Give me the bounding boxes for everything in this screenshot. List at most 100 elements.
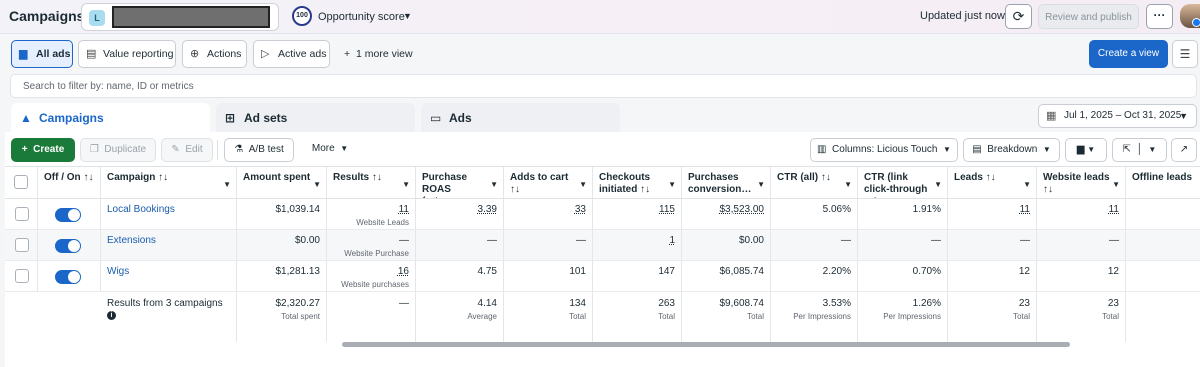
header-campaign[interactable]: Campaign ↑↓ ▼: [101, 167, 237, 199]
row-checkbox[interactable]: [15, 269, 29, 283]
opportunity-score-ring[interactable]: 100: [292, 6, 312, 26]
website-leads-cell: 11: [1108, 204, 1119, 215]
ctr-link-cell: —: [858, 230, 948, 260]
header-checkouts-initiated[interactable]: Checkouts initiated ↑↓ ▼: [593, 167, 682, 199]
total-amount-spent: $2,320.27: [275, 298, 321, 309]
breakdown-button[interactable]: ▤ Breakdown ▼: [963, 138, 1060, 162]
campaign-name-link[interactable]: Extensions: [107, 235, 156, 246]
edit-button[interactable]: ✎ Edit: [161, 138, 213, 162]
plus-icon: +: [21, 144, 28, 155]
totals-row: Results from 3 campaigns i $2,320.27 Tota…: [5, 292, 1200, 342]
chevron-down-icon: ▼: [340, 144, 349, 153]
row-checkbox[interactable]: [15, 238, 29, 252]
columns-button[interactable]: ▥ Columns: Licious Touch ▼: [810, 138, 958, 162]
roas-cell: 3.39: [477, 204, 497, 215]
view-active-ads[interactable]: ▷ Active ads: [253, 40, 330, 68]
chevron-down-icon: ▼: [943, 145, 951, 154]
header-purchase-roas[interactable]: Purchase ROAS (retur…▼: [416, 167, 504, 199]
total-checkouts-label: Total: [658, 312, 675, 321]
amount-spent-cell: $1,281.13: [237, 261, 327, 291]
search-bar[interactable]: [10, 74, 1197, 98]
table-row[interactable]: Extensions $0.00 — Website Purchase — — 1…: [5, 230, 1200, 261]
website-leads-cell: 12: [1037, 261, 1126, 291]
table-row[interactable]: Local Bookings $1,039.14 11 Website Leads…: [5, 199, 1200, 230]
folder-icon: ▆: [19, 48, 28, 60]
report-icon: ▤: [86, 48, 97, 60]
roas-cell: —: [416, 230, 504, 260]
campaign-name-link[interactable]: Wigs: [107, 266, 129, 277]
create-view-button[interactable]: Create a view: [1089, 40, 1168, 68]
review-publish-button[interactable]: Review and publish: [1038, 4, 1139, 29]
actions-icon: ⊕: [190, 48, 200, 60]
leads-cell: 12: [948, 261, 1037, 291]
facebook-badge-icon: [1192, 18, 1200, 27]
view-actions[interactable]: ⊕ Actions: [182, 40, 247, 68]
flask-icon: ⚗: [234, 144, 244, 155]
campaign-toggle[interactable]: [55, 208, 81, 222]
select-all-header: [5, 167, 38, 199]
adds-to-cart-cell: 33: [574, 204, 586, 215]
results-value: 16: [397, 266, 409, 277]
chevron-down-icon: ▼: [757, 180, 765, 189]
opportunity-score-label[interactable]: Opportunity score: [318, 11, 405, 23]
campaign-toggle[interactable]: [55, 239, 81, 253]
duplicate-icon: ❐: [89, 144, 99, 155]
send-icon: ▷: [261, 48, 270, 60]
chevron-down-icon: ▼: [579, 180, 587, 189]
more-button[interactable]: More ▼: [302, 138, 358, 162]
charts-button[interactable]: ↗: [1171, 138, 1197, 162]
export-button[interactable]: ⇱ │ ▼: [1112, 138, 1167, 162]
total-checkouts: 263: [658, 298, 675, 309]
ctr-all-cell: 2.20%: [771, 261, 858, 291]
ab-test-button[interactable]: ⚗ A/B test: [224, 138, 294, 162]
horizontal-scrollbar[interactable]: [342, 342, 1070, 347]
table-row[interactable]: Wigs $1,281.13 16 Website purchases 4.75 …: [5, 261, 1200, 292]
account-name-redacted: [112, 6, 270, 28]
select-all-checkbox[interactable]: [14, 175, 28, 189]
view-value-reporting[interactable]: ▤ Value reporting: [78, 40, 176, 68]
header-adds-to-cart[interactable]: Adds to cart ↑↓ ▼: [504, 167, 593, 199]
header-off-on[interactable]: Off / On ↑↓: [38, 167, 101, 199]
campaign-name-link[interactable]: Local Bookings: [107, 204, 175, 215]
header-offline-leads[interactable]: Offline leads: [1126, 167, 1200, 199]
more-options-button[interactable]: ···: [1146, 4, 1173, 29]
results-type: Website Purchase: [344, 249, 409, 258]
date-range-picker[interactable]: ▦ Jul 1, 2025 – Oct 31, 2025 ▼: [1038, 104, 1197, 128]
account-selector[interactable]: L: [81, 3, 279, 31]
campaign-toggle[interactable]: [55, 270, 81, 284]
chart-icon: ↗: [1179, 144, 1189, 155]
info-icon[interactable]: i: [107, 311, 116, 320]
total-purchases-value: $9,608.74: [719, 298, 765, 309]
chevron-down-icon: ▼: [844, 180, 852, 189]
page-title: Campaigns: [9, 8, 85, 24]
reports-button[interactable]: ▆ ▼: [1065, 138, 1107, 162]
row-checkbox[interactable]: [15, 207, 29, 221]
create-button[interactable]: + Create: [11, 138, 75, 162]
total-ctr-all: 3.53%: [822, 298, 851, 309]
header-leads[interactable]: Leads ↑↓ ▼: [948, 167, 1037, 199]
header-website-leads[interactable]: Website leads ↑↓ ▼: [1037, 167, 1126, 199]
breakdown-icon: ▤: [972, 144, 982, 155]
chevron-down-icon: ▼: [668, 180, 676, 189]
more-views-button[interactable]: + 1 more view: [344, 48, 413, 60]
chevron-down-icon[interactable]: ▼: [403, 11, 412, 21]
total-leads: 23: [1018, 298, 1030, 309]
view-all-ads[interactable]: ▆ All ads: [11, 40, 73, 68]
tab-ads[interactable]: ▭ Ads: [421, 103, 620, 133]
offline-leads-cell: [1126, 199, 1200, 229]
chevron-down-icon: ▼: [402, 180, 410, 189]
tab-ad-sets[interactable]: ⊞ Ad sets: [216, 103, 415, 133]
header-purchases-conversion[interactable]: Purchases conversion… ▼: [682, 167, 771, 199]
header-amount-spent[interactable]: Amount spent ▼: [237, 167, 327, 199]
header-ctr-all[interactable]: CTR (all) ↑↓ ▼: [771, 167, 858, 199]
search-input[interactable]: [11, 75, 1196, 97]
view-settings-button[interactable]: ☰: [1172, 40, 1198, 68]
ctr-all-cell: 5.06%: [771, 199, 858, 229]
ad-icon: ▭: [430, 111, 442, 125]
chevron-down-icon: ▼: [1023, 180, 1031, 189]
tab-campaigns[interactable]: ▲ Campaigns: [11, 103, 210, 133]
header-ctr-link[interactable]: CTR (link click-through rate…▼: [858, 167, 948, 199]
header-results[interactable]: Results ↑↓ ▼: [327, 167, 416, 199]
duplicate-button[interactable]: ❐ Duplicate: [80, 138, 156, 162]
refresh-button[interactable]: ⟳: [1005, 4, 1032, 29]
